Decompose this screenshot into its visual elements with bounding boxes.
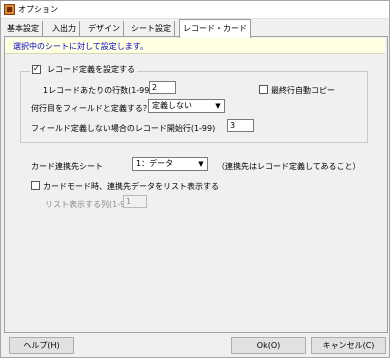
app-icon — [4, 4, 15, 15]
window-title: オプション — [18, 5, 58, 14]
card-target-note: （連携先はレコード定義してあること） — [217, 162, 361, 171]
field-row-label: 何行目をフィールドと定義する？ — [31, 104, 151, 113]
list-columns-input[interactable]: 1 — [123, 195, 147, 208]
tab-sheet-settings[interactable]: シート設定 — [128, 21, 175, 36]
start-row-label: フィールド定義しない場合のレコード開始行(1-99) — [31, 124, 216, 133]
record-definition-header: レコード定義を設定する — [30, 64, 137, 76]
ok-button[interactable]: Ok(O) — [231, 337, 306, 354]
chevron-down-icon: ▼ — [215, 102, 221, 110]
title-bar — [1, 1, 389, 19]
tab-design[interactable]: デザイン — [85, 21, 124, 36]
card-target-select[interactable]: 1：データ ▼ — [132, 157, 208, 171]
options-dialog: オプション 基本設定 入出力 デザイン シート設定 レコード・カード 選択中のシ… — [0, 0, 390, 358]
help-button[interactable]: ヘルプ(H) — [9, 337, 74, 354]
auto-copy-checkbox[interactable] — [259, 85, 268, 94]
auto-copy-label: 最終行自動コピー — [271, 86, 335, 95]
tab-input-output[interactable]: 入出力 — [49, 21, 80, 36]
cancel-button[interactable]: キャンセル(C) — [311, 337, 386, 354]
rows-per-record-input[interactable]: 2 — [149, 81, 176, 94]
record-definition-checkbox[interactable] — [32, 64, 41, 74]
start-row-input[interactable]: 3 — [227, 119, 254, 132]
list-mode-label: カードモード時、連携先データをリスト表示する — [43, 182, 219, 191]
rows-per-record-label: 1レコードあたりの行数(1-99) — [43, 86, 153, 95]
card-target-value: 1：データ — [136, 159, 174, 168]
record-definition-label: レコード定義を設定する — [47, 65, 135, 74]
list-columns-label: リスト表示する列(1-99) — [45, 200, 134, 209]
tab-record-card[interactable]: レコード・カード — [179, 19, 251, 38]
chevron-down-icon: ▼ — [198, 160, 204, 168]
field-row-value: 定義しない — [152, 101, 192, 110]
field-row-select[interactable]: 定義しない ▼ — [148, 99, 225, 113]
list-mode-checkbox[interactable] — [31, 181, 40, 190]
info-text: 選択中のシートに対して設定します。 — [13, 42, 148, 51]
card-target-label: カード連携先シート — [31, 162, 103, 171]
tab-basic-settings[interactable]: 基本設定 — [4, 21, 43, 36]
